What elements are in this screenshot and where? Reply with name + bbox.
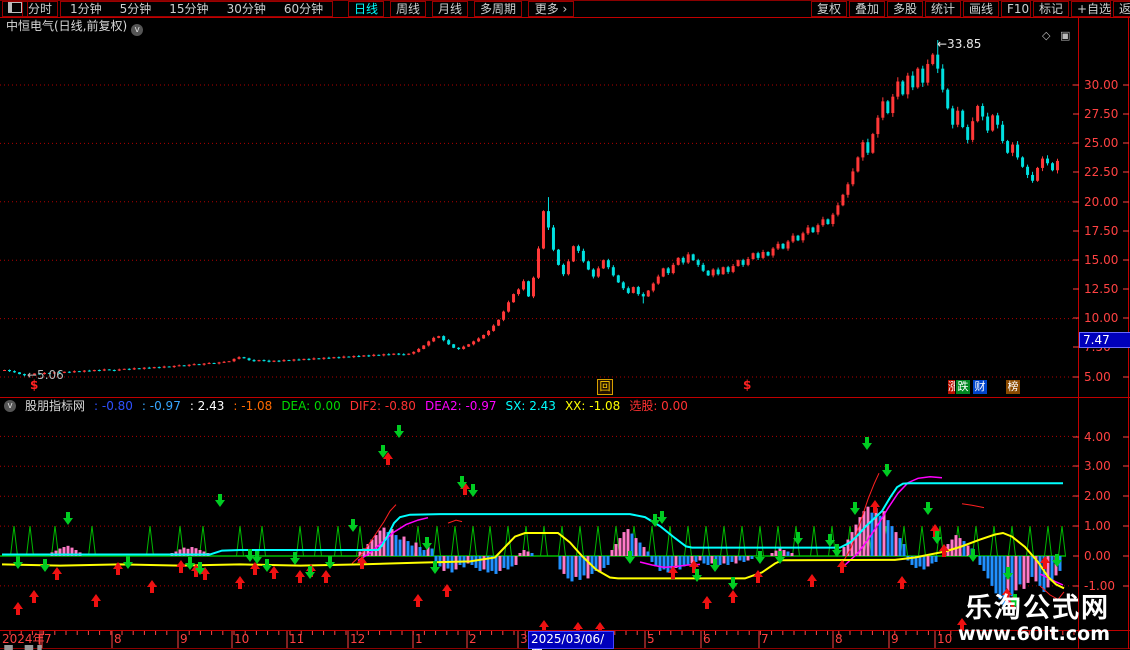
tag-badge-1[interactable]: 跌 bbox=[956, 380, 970, 394]
price-axis-label: 15.00 bbox=[1084, 253, 1119, 267]
timeline-month-label: 1 bbox=[415, 632, 423, 646]
price-axis-label: 5.00 bbox=[1084, 370, 1111, 384]
price-axis-label: 17.50 bbox=[1084, 224, 1119, 238]
timeline-month-label: 6 bbox=[703, 632, 711, 646]
timeline-month-label: 7 bbox=[761, 632, 769, 646]
price-axis-label: 12.50 bbox=[1084, 282, 1119, 296]
tag-badge-3[interactable]: 榜 bbox=[1006, 380, 1020, 394]
dollar-mark-icon: $ bbox=[743, 378, 752, 392]
indicator-value-4: DEA: 0.00 bbox=[281, 399, 341, 413]
price-axis-label: 27.50 bbox=[1084, 107, 1119, 121]
timeline-month-label: 9 bbox=[891, 632, 899, 646]
watermark: 乐淘公式网 www.60lt.com bbox=[958, 594, 1110, 645]
trading-app-window: 分时 1分钟 5分钟 15分钟 30分钟 60分钟 日线 周线 月线 多周期 更多 › 复权 叠加 多股统… bbox=[0, 0, 1130, 650]
watermark-site-name: 乐淘公式网 bbox=[965, 593, 1110, 624]
timeline-month-label: 3 bbox=[520, 632, 528, 646]
indicator-value-1: : -0.97 bbox=[141, 399, 181, 413]
price-axis-label: 22.50 bbox=[1084, 165, 1119, 179]
timeline-month-label: 9 bbox=[180, 632, 188, 646]
hui-badge[interactable]: 回 bbox=[597, 379, 613, 395]
timeline-month-label: 8 bbox=[114, 632, 122, 646]
price-axis-label: 10.00 bbox=[1084, 311, 1119, 325]
price-axis-label: 25.00 bbox=[1084, 136, 1119, 150]
crosshair-price-box: 7.47 bbox=[1079, 332, 1130, 348]
timeline-month-label: 8 bbox=[835, 632, 843, 646]
indicator-name[interactable]: 股朋指标网 bbox=[25, 399, 85, 413]
indicator-value-2: : 2.43 bbox=[189, 399, 225, 413]
timeline-month-label: 11 bbox=[289, 632, 305, 646]
tag-badge-0[interactable]: 涨 bbox=[948, 380, 955, 394]
indicator-axis-label: 2.00 bbox=[1084, 489, 1111, 503]
timeline-month-label: 12 bbox=[350, 632, 366, 646]
indicator-axis-label: 1.00 bbox=[1084, 519, 1111, 533]
timeline-month-label: 10 bbox=[937, 632, 953, 646]
timeline-month-label: 5 bbox=[647, 632, 655, 646]
price-axis-label: 20.00 bbox=[1084, 195, 1119, 209]
indicator-axis-label: -1.00 bbox=[1084, 579, 1116, 593]
indicator-axis-label: 4.00 bbox=[1084, 430, 1111, 444]
chevron-down-icon[interactable]: v bbox=[4, 400, 16, 412]
crosshair-date-box: 2025/03/06/四 bbox=[528, 631, 614, 650]
peak-price-label: ←33.85 bbox=[937, 37, 982, 51]
price-axis-label: 30.00 bbox=[1084, 78, 1119, 92]
indicator-value-9: 选股: 0.00 bbox=[629, 399, 688, 413]
timeline-month-label: 2 bbox=[469, 632, 477, 646]
indicator-value-6: DEA2: -0.97 bbox=[424, 399, 497, 413]
indicator-axis-label: 0.00 bbox=[1084, 549, 1111, 563]
indicator-value-5: DIF2: -0.80 bbox=[349, 399, 416, 413]
low-price-label: ←5.06 bbox=[27, 368, 64, 382]
tag-badge-2[interactable]: 财 bbox=[973, 380, 987, 394]
chart-canvas[interactable] bbox=[0, 0, 1130, 650]
indicator-value-8: XX: -1.08 bbox=[564, 399, 621, 413]
indicator-header: v 股朋指标网 : -0.80 : -0.97 : 2.43 : -1.08 DEA: … bbox=[4, 399, 688, 413]
indicator-value-7: SX: 2.43 bbox=[505, 399, 556, 413]
clipped-statusbar-fragment: ▞▚ ▞▚▚ bbox=[0, 645, 70, 650]
indicator-axis-label: 3.00 bbox=[1084, 459, 1111, 473]
indicator-value-3: : -1.08 bbox=[233, 399, 273, 413]
timeline-month-label: 10 bbox=[234, 632, 250, 646]
watermark-url: www.60lt.com bbox=[957, 623, 1110, 645]
indicator-value-0: : -0.80 bbox=[94, 399, 133, 413]
